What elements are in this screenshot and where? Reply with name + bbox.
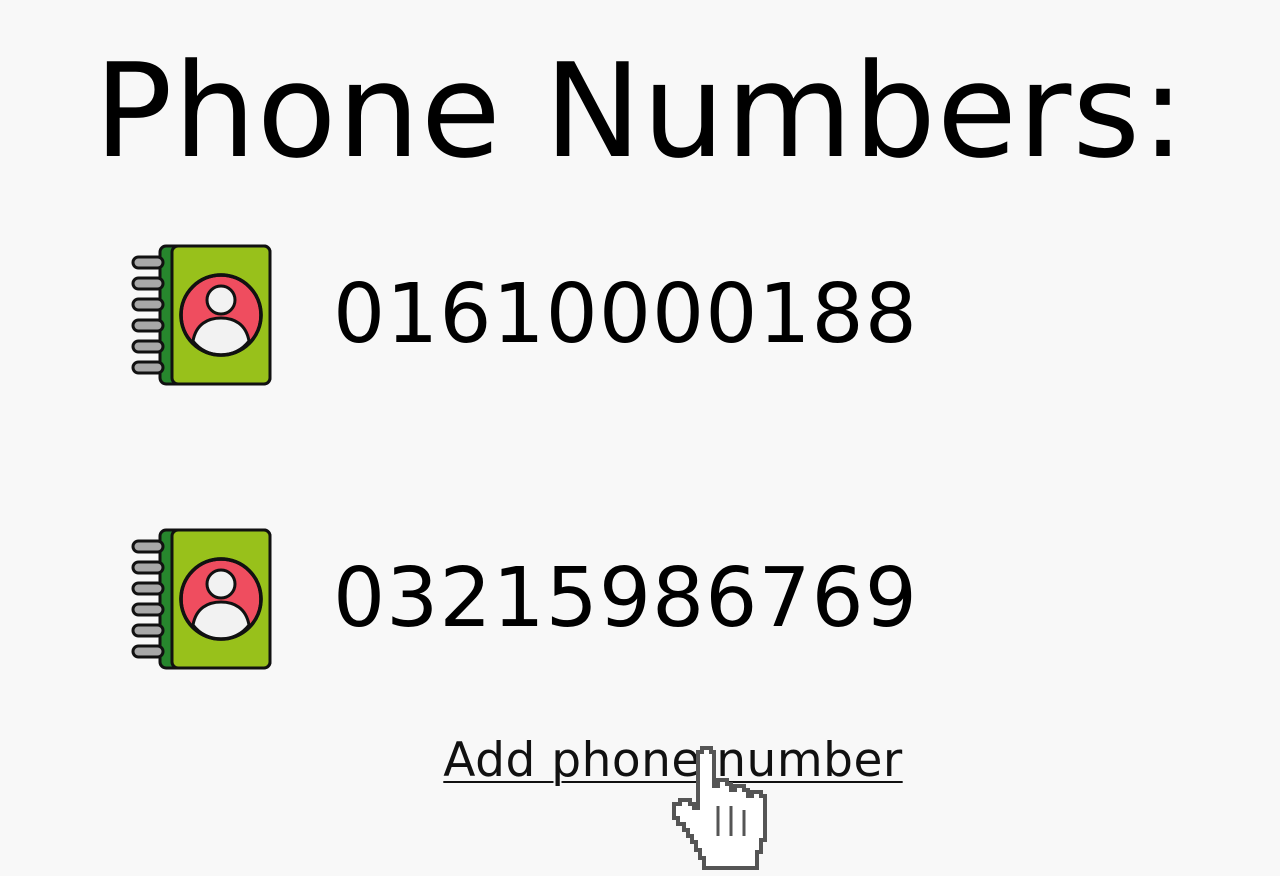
page-title: Phone Numbers: — [94, 35, 1186, 187]
add-phone-number-link[interactable]: Add phone number — [442, 734, 904, 788]
contact-book-icon — [131, 244, 272, 386]
contact-book-icon — [131, 528, 272, 670]
phone-number-text: 03215986769 — [333, 551, 918, 646]
phone-entry: 03215986769 — [130, 528, 918, 670]
phone-entry: 01610000188 — [130, 244, 918, 386]
phone-number-text: 01610000188 — [333, 267, 918, 362]
